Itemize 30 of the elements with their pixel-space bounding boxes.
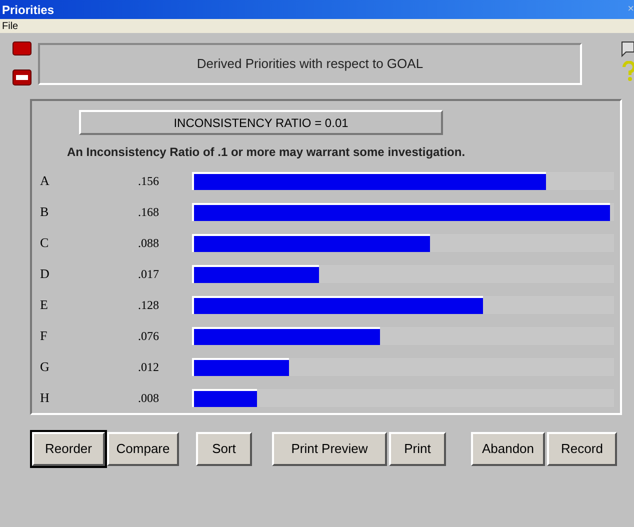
row-label: A	[39, 172, 50, 190]
window-title: Priorities	[2, 2, 54, 18]
spelling-icon[interactable]	[12, 69, 32, 87]
dialog-button[interactable]: Print	[389, 432, 446, 466]
row-label: F	[39, 326, 48, 345]
dialog-button[interactable]: Compare	[107, 432, 179, 466]
priority-value: .012	[137, 358, 160, 376]
dialog-button[interactable]: Record	[547, 432, 617, 466]
row-label: C	[39, 234, 50, 252]
row-label: D	[39, 264, 50, 283]
priority-value: .088	[137, 234, 160, 252]
header-title: Derived Priorities with respect to GOAL	[196, 55, 424, 74]
menu-item[interactable]: File	[2, 18, 18, 34]
priority-value: .008	[137, 390, 160, 406]
priority-value: .017	[137, 266, 160, 282]
row-label: B	[39, 202, 50, 221]
priority-value: .168	[137, 204, 160, 220]
row-label: E	[39, 296, 49, 314]
priority-value: .076	[137, 328, 160, 344]
priority-value: .128	[137, 296, 160, 314]
dialog-button[interactable]: Sort	[196, 432, 252, 466]
row-label: H	[39, 388, 50, 407]
dialog-button[interactable]: Reorder	[32, 432, 105, 466]
note-text: An Inconsistency Ratio of .1 or more may warrant some investigation.	[66, 144, 466, 161]
ratio-text: INCONSISTENCY RATIO = 0.01	[174, 114, 348, 132]
dialog-button[interactable]: Print Preview	[272, 432, 387, 466]
dialog-button[interactable]: Abandon	[471, 432, 545, 466]
speech-bubble-icon[interactable]	[620, 39, 634, 59]
priority-value: .156	[137, 172, 160, 190]
row-label: G	[39, 358, 50, 376]
